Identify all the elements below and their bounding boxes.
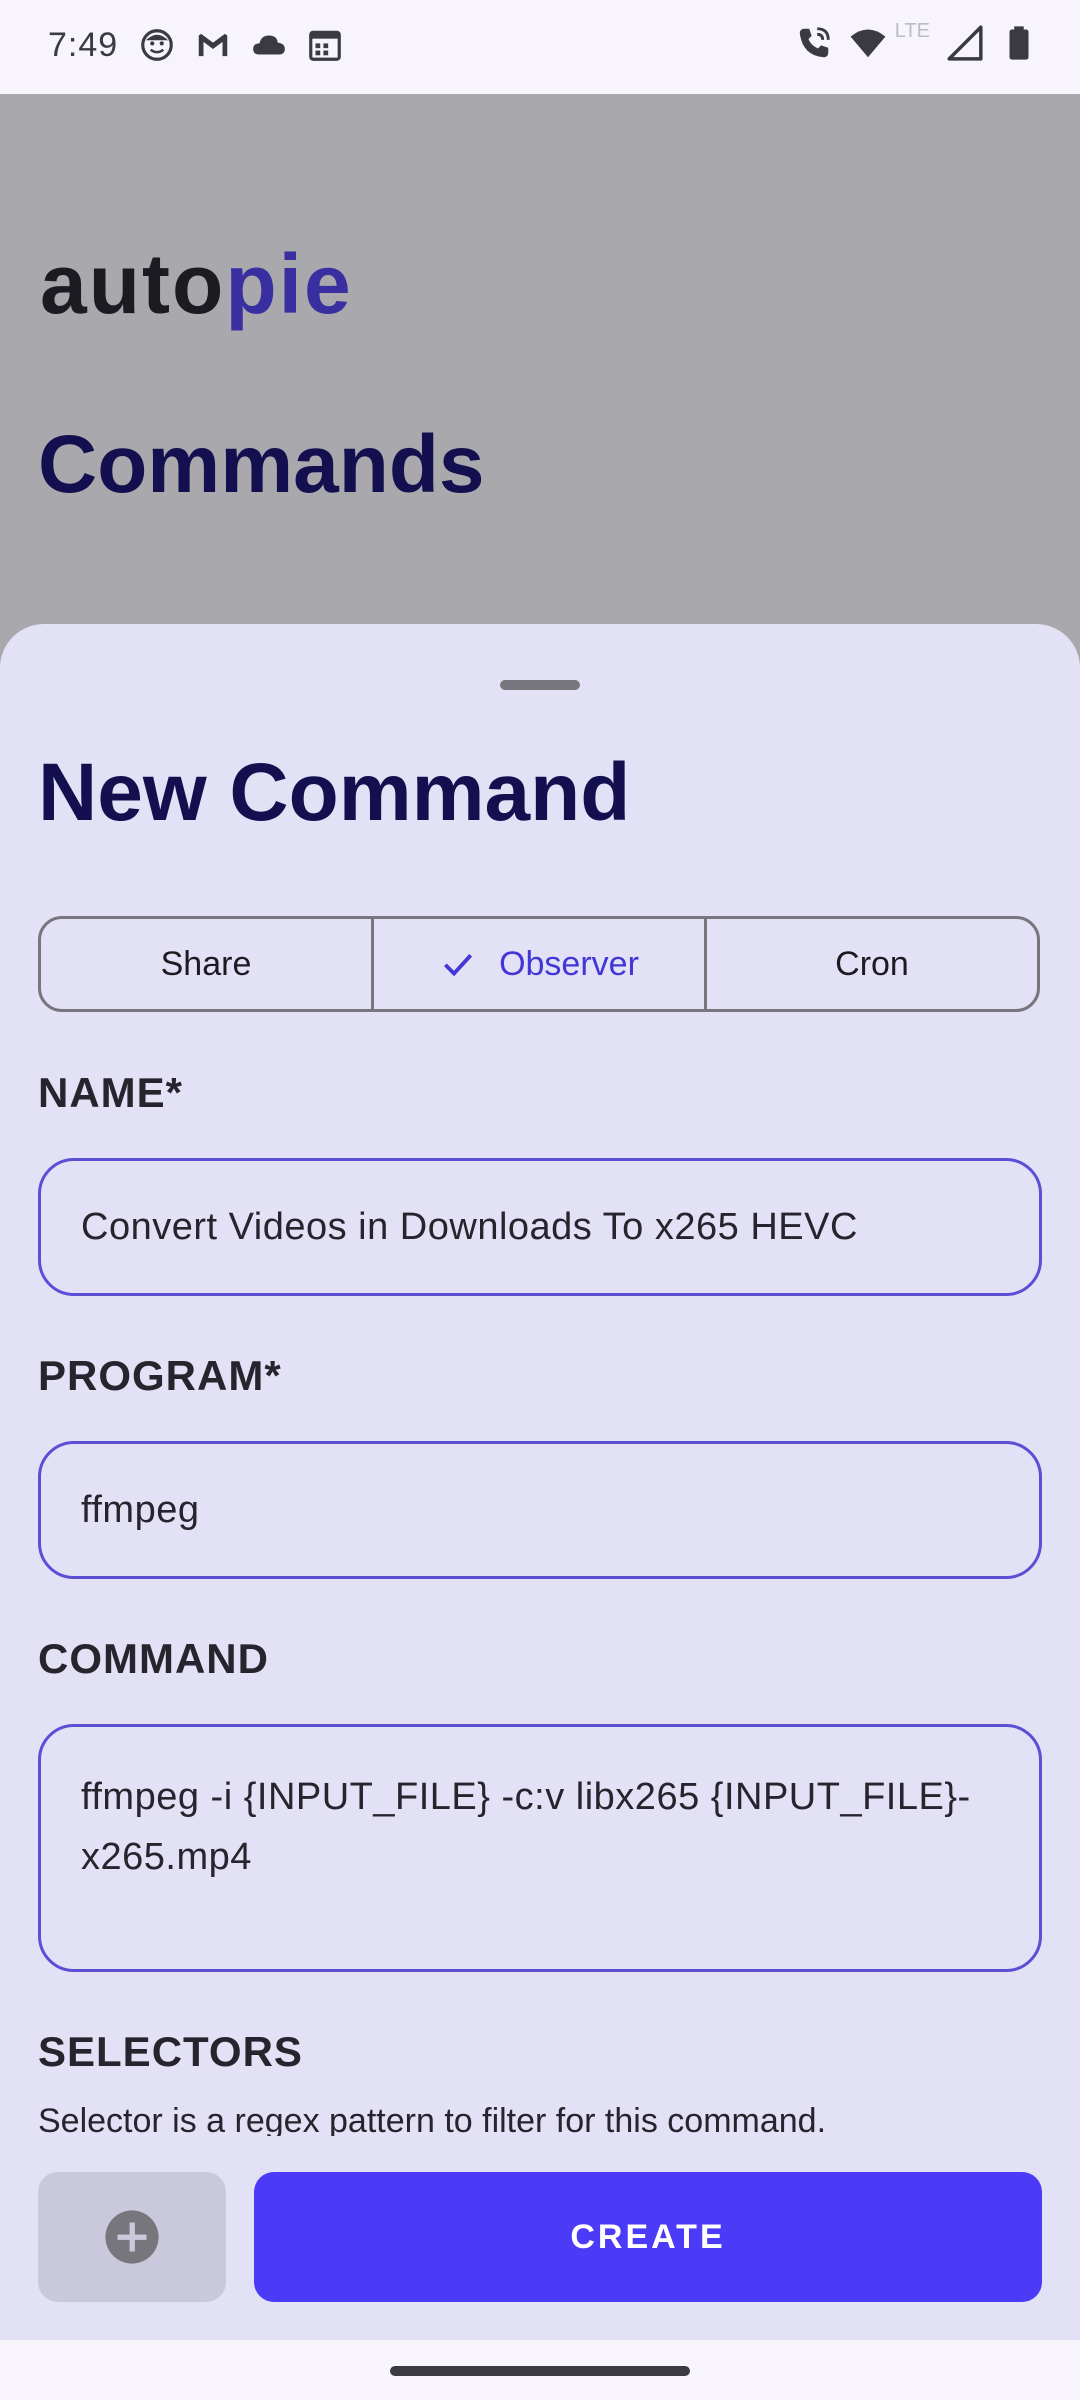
new-command-sheet: New Command Share Observer Cron NAME* Co… xyxy=(0,624,1080,2340)
add-selector-button[interactable] xyxy=(38,2172,226,2302)
battery-icon xyxy=(1009,26,1029,60)
check-icon xyxy=(444,954,473,977)
status-bar: 7:49 LTE xyxy=(0,0,1080,94)
drag-handle[interactable] xyxy=(500,680,580,690)
command-label: COMMAND xyxy=(38,1635,269,1682)
name-label: NAME* xyxy=(38,1069,184,1116)
sheet-title: New Command xyxy=(38,747,631,838)
wifi-icon xyxy=(850,29,886,58)
program-label: PROGRAM* xyxy=(38,1352,282,1399)
gmail-icon xyxy=(198,33,228,57)
add-circle-icon xyxy=(105,2210,159,2264)
face-icon xyxy=(141,29,173,61)
wifi-calling-icon xyxy=(799,27,830,58)
command-input[interactable]: ffmpeg -i {INPUT_FILE} -c:v libx265 {INP… xyxy=(38,1724,1042,1972)
selectors-label: SELECTORS xyxy=(38,2028,303,2075)
home-gesture-handle[interactable] xyxy=(390,2366,690,2376)
selectors-description: Selector is a regex pattern to filter fo… xyxy=(38,2102,827,2136)
app-logo: autopie xyxy=(40,237,353,331)
status-time: 7:49 xyxy=(48,26,119,64)
segment-share[interactable]: Share xyxy=(41,919,371,1009)
name-input[interactable]: Convert Videos in Downloads To x265 HEVC xyxy=(38,1158,1042,1296)
command-type-selector: Share Observer Cron xyxy=(38,916,1040,1012)
page-title: Commands xyxy=(38,419,485,510)
navigation-bar xyxy=(0,2340,1080,2400)
segment-cron[interactable]: Cron xyxy=(704,919,1037,1009)
segment-observer[interactable]: Observer xyxy=(371,919,704,1009)
notification-icons xyxy=(138,26,344,64)
program-input[interactable]: ffmpeg xyxy=(38,1441,1042,1579)
background-app xyxy=(0,94,1080,624)
calendar-icon xyxy=(309,30,341,61)
cloud-icon xyxy=(253,35,285,55)
system-icons: LTE xyxy=(795,20,1038,62)
network-type-label: LTE xyxy=(894,19,930,42)
create-button[interactable]: CREATE xyxy=(254,2172,1042,2302)
signal-icon xyxy=(947,25,983,61)
